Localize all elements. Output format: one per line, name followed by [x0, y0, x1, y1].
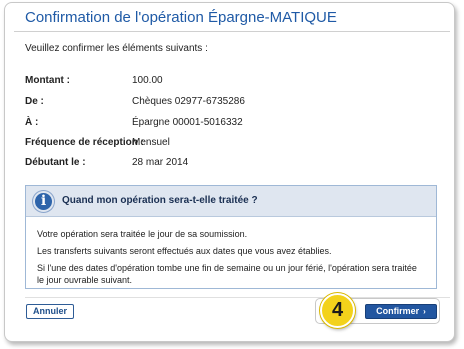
info-box-body: Votre opération sera traitée le jour de … — [26, 217, 436, 286]
title-divider — [14, 31, 450, 32]
confirm-button-label: Confirmer — [376, 306, 420, 316]
info-line: Si l'une des dates d'opération tombe une… — [37, 263, 417, 285]
step-number-badge: 4 — [320, 293, 355, 328]
chevron-right-icon: › — [423, 307, 426, 316]
detail-value: Chèques 02977-6735286 — [132, 96, 245, 107]
detail-row-amount: Montant : 100.00 — [25, 75, 425, 89]
detail-value: Épargne 00001-5016332 — [132, 117, 243, 128]
detail-value: 100.00 — [132, 75, 163, 86]
confirm-button[interactable]: Confirmer › — [365, 304, 437, 319]
detail-row-from: De : Chèques 02977-6735286 — [25, 96, 425, 110]
info-box-header: i Quand mon opération sera-t-elle traité… — [26, 186, 436, 217]
cancel-button[interactable]: Annuler — [26, 304, 75, 319]
detail-row-start-date: Débutant le : 28 mar 2014 — [25, 157, 425, 171]
detail-label: À : — [25, 117, 39, 128]
detail-row-to: À : Épargne 00001-5016332 — [25, 117, 425, 131]
info-line: Votre opération sera traitée le jour de … — [37, 229, 248, 239]
processing-info-box: i Quand mon opération sera-t-elle traité… — [25, 185, 437, 289]
detail-row-frequency: Fréquence de réception : Mensuel — [25, 137, 425, 151]
info-icon: i — [33, 191, 54, 212]
intro-text: Veuillez confirmer les éléments suivants… — [25, 43, 208, 54]
detail-value: Mensuel — [132, 137, 170, 148]
detail-label: Débutant le : — [25, 157, 86, 168]
detail-value: 28 mar 2014 — [132, 157, 189, 168]
info-box-title: Quand mon opération sera-t-elle traitée … — [62, 195, 258, 206]
page-title: Confirmation de l'opération Épargne-MATI… — [25, 9, 337, 26]
detail-label: Fréquence de réception : — [25, 137, 144, 148]
info-line: Les transferts suivants seront effectués… — [37, 246, 332, 256]
detail-label: De : — [25, 96, 44, 107]
detail-label: Montant : — [25, 75, 70, 86]
